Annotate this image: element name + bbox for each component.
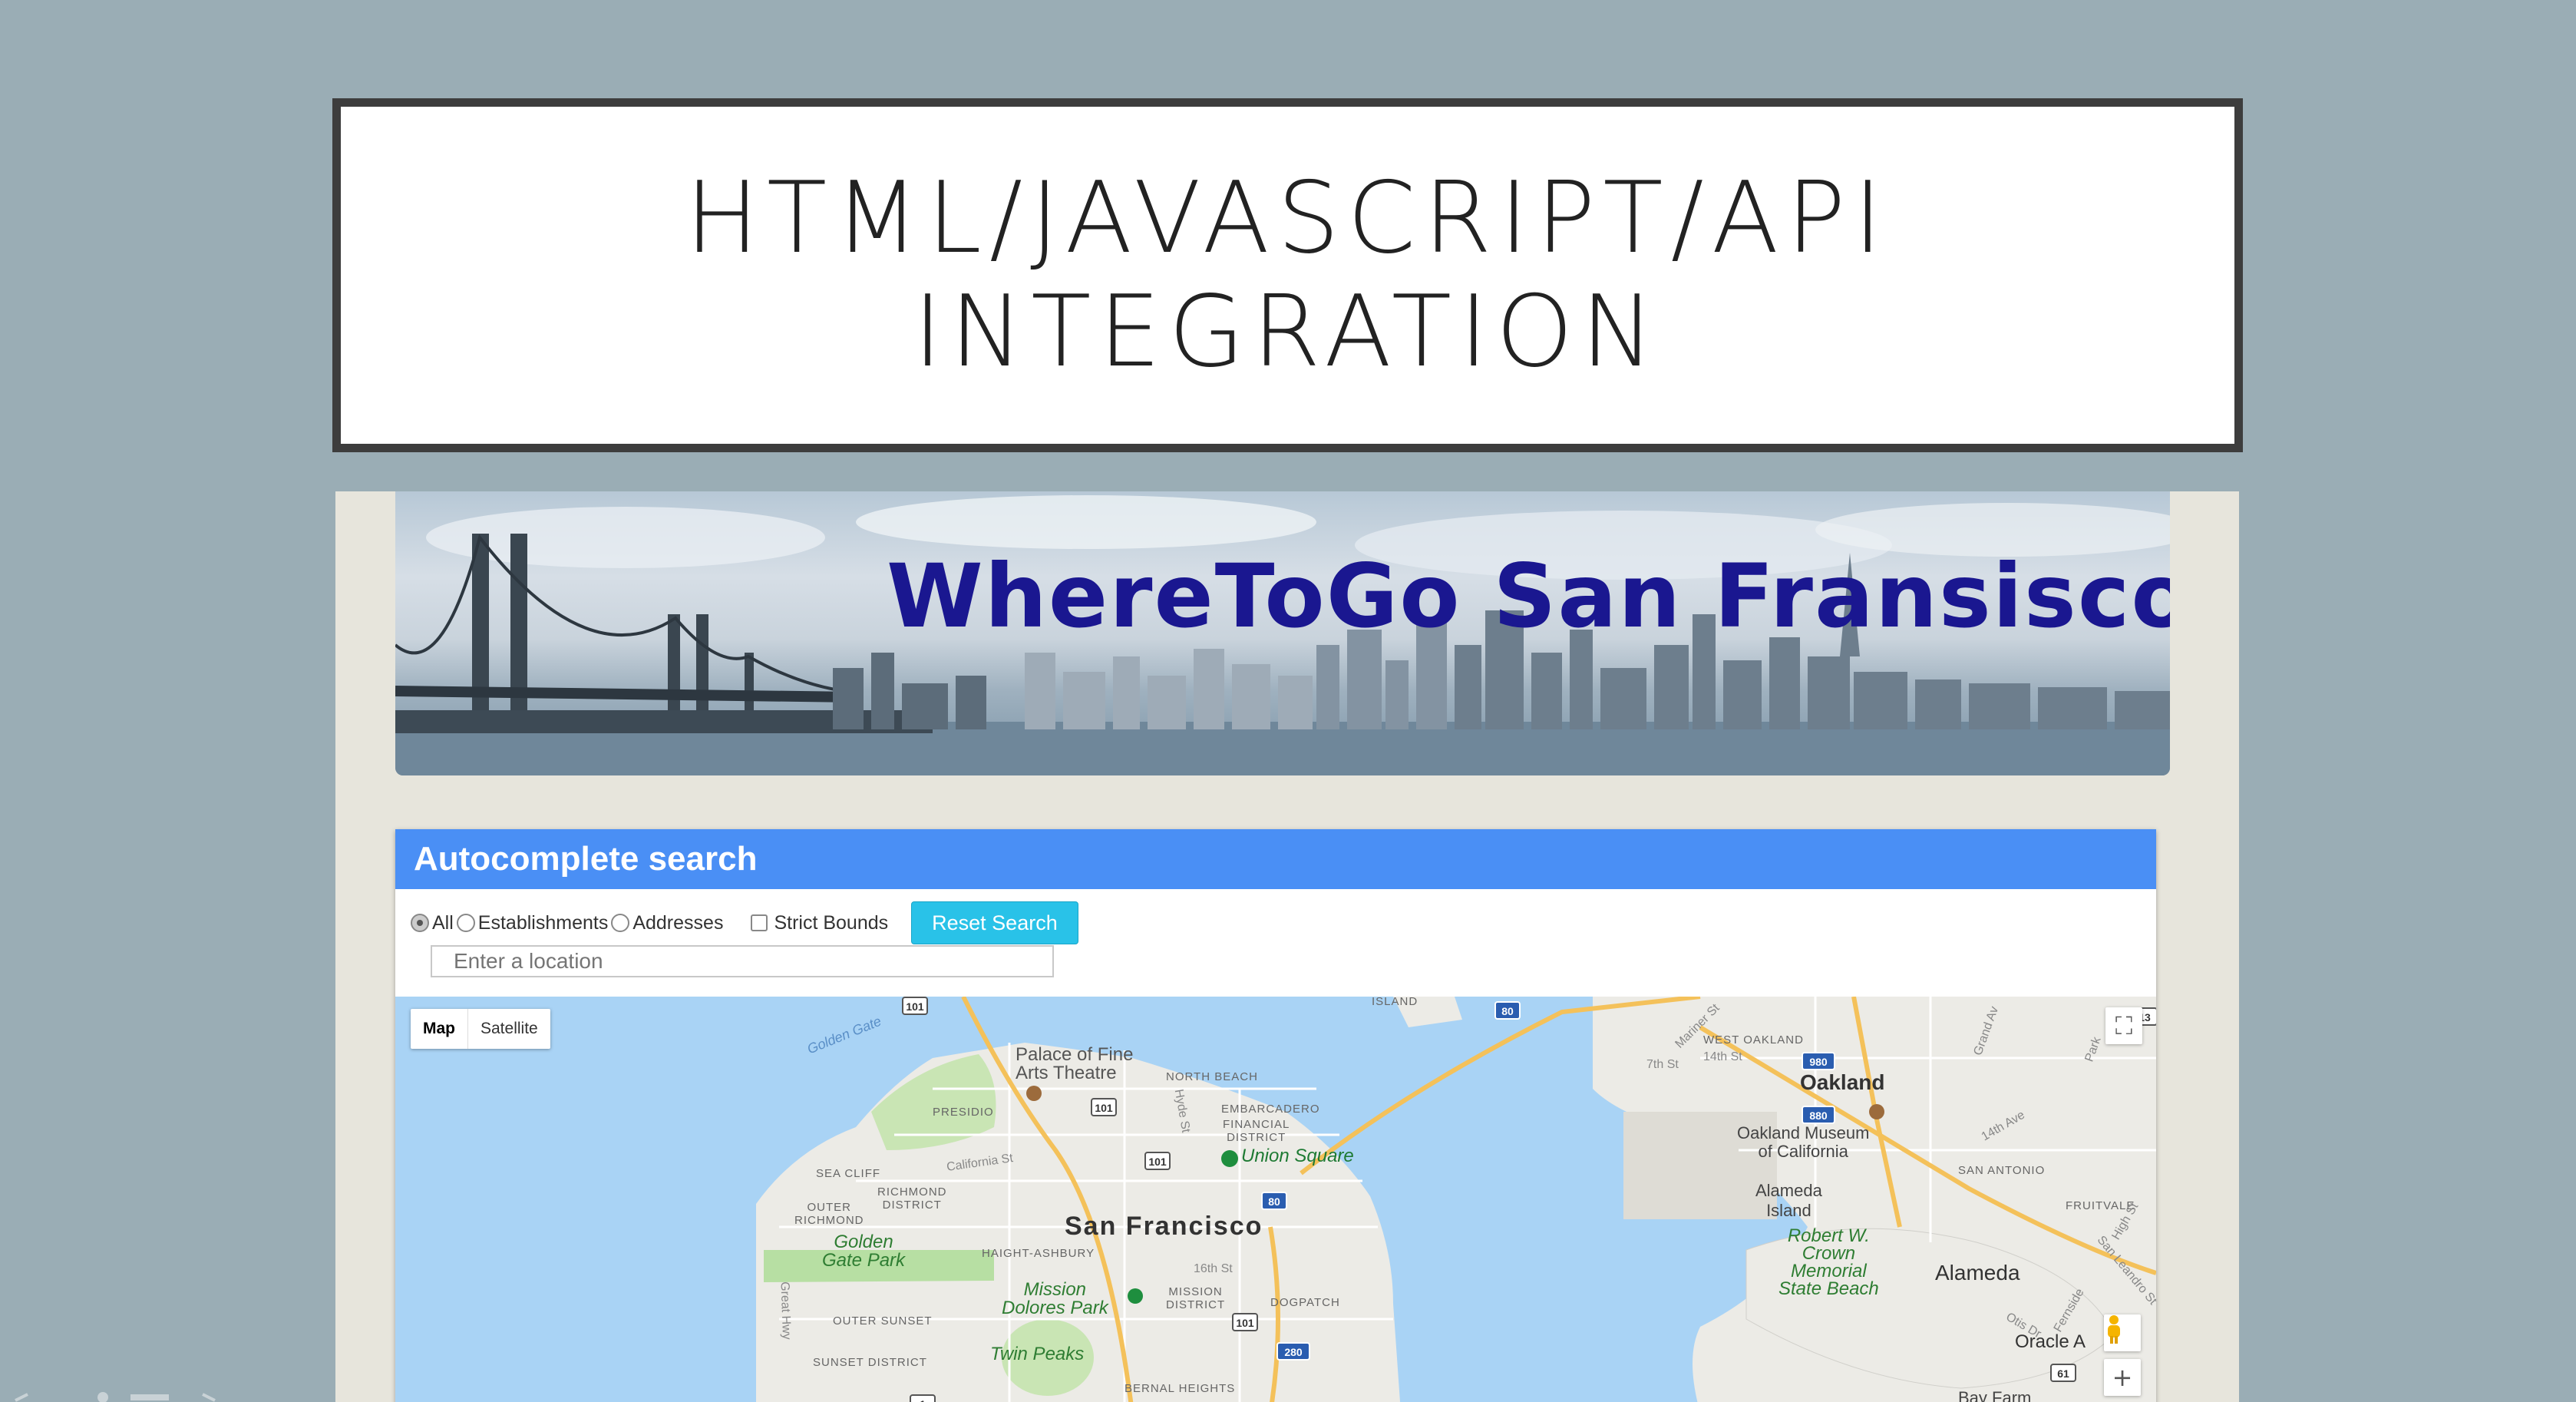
map-label-presidio: PRESIDIO [933,1106,994,1119]
map-label-palace-of-fine-arts: Palace of Fine Arts Theatre [1016,1044,1134,1083]
map-view[interactable]: San Francisco Oakland Alameda Alameda Is… [395,997,2156,1402]
us101-shield: 101 [1091,1098,1117,1116]
radio-all-option[interactable]: All [411,912,454,934]
route61-shield: 61 [2050,1364,2076,1382]
us101-shield: 101 [1144,1152,1171,1170]
i280-shield: 280 [1276,1342,1310,1361]
radio-addresses-option[interactable]: Addresses [611,912,723,934]
map-label-mission-dolores-park: Mission Dolores Park [1002,1279,1108,1318]
app-screenshot-panel: WhereToGo San Fransisco Autocomplete sea… [335,491,2239,1402]
map-label-outer-sunset: OUTER SUNSET [833,1314,933,1328]
map-label-haight-ashbury: HAIGHT-ASHBURY [982,1247,1095,1260]
plus-icon: + [2112,1363,2133,1392]
slide-title-line-1: HTML/JAVASCRIPT/API [685,160,1891,276]
map-label-great-hwy: Great Hwy [778,1281,794,1341]
map-label-outer-richmond: OUTER RICHMOND [794,1201,864,1227]
map-label-embarcadero: EMBARCADERO [1221,1103,1320,1116]
banner-title: WhereToGo San Fransisco [887,545,2170,647]
us101-shield: 101 [1232,1313,1258,1331]
reset-search-button[interactable]: Reset Search [911,901,1078,944]
map-label-oakland: Oakland [1800,1070,1885,1094]
strict-bounds-label: Strict Bounds [774,911,889,934]
map-type-map-button[interactable]: Map [411,1009,468,1049]
i80-shield: 80 [1261,1192,1287,1210]
radio-establishments[interactable] [456,914,475,932]
radio-establishments-option[interactable]: Establishments [456,911,609,934]
map-label-oakland-museum: Oakland Museum of California [1737,1123,1870,1161]
card-header: Autocomplete search [395,829,2156,889]
union-square-pin-icon[interactable] [1221,1150,1238,1167]
map-label-alameda: Alameda [1935,1261,2020,1285]
location-input[interactable] [431,945,1054,977]
search-options: All Establishments Addresses Strict Boun… [411,901,1078,944]
slide-title-line-2: INTEGRATION [913,274,1663,389]
map-label-16th-st: 16th St [1194,1262,1233,1275]
radio-establishments-label: Establishments [477,911,609,934]
next-arrow-icon [202,1393,216,1402]
street-view-pegman-button[interactable] [2104,1314,2141,1351]
menu-icon [130,1394,169,1400]
fullscreen-button[interactable]: ⛶ [2105,1007,2142,1044]
map-label-financial-district: FINANCIAL DISTRICT [1223,1118,1290,1144]
banner: WhereToGo San Fransisco [395,491,2170,775]
zoom-in-button[interactable]: + [2104,1359,2141,1396]
map-label-north-beach: NORTH BEACH [1166,1070,1258,1083]
map-label-14th-st: 14th St [1703,1050,1742,1063]
fullscreen-icon: ⛶ [2115,1010,2133,1040]
map-label-golden-gate-park: Golden Gate Park [822,1232,906,1271]
map-label-richmond-district: RICHMOND DISTRICT [877,1185,947,1212]
pointer-icon [97,1392,108,1402]
radio-all[interactable] [411,914,429,932]
radio-addresses[interactable] [611,914,630,932]
i980-shield: 980 [1802,1052,1835,1070]
radio-addresses-label: Addresses [632,911,724,934]
map-label-bay-farm: Bay Farm [1958,1388,2032,1402]
dolores-park-pin-icon[interactable] [1128,1288,1143,1304]
map-type-satellite-button[interactable]: Satellite [468,1009,550,1049]
slide-title-box: HTML/JAVASCRIPT/API INTEGRATION [332,98,2243,452]
museum-pin-icon[interactable] [1869,1104,1884,1119]
slideshow-controls[interactable] [0,1388,230,1402]
strict-bounds-option[interactable]: Strict Bounds [723,912,888,934]
map-label-dogpatch: DOGPATCH [1270,1296,1340,1309]
map-label-mission-district: MISSION DISTRICT [1166,1285,1226,1311]
map-label-west-oakland: WEST OAKLAND [1703,1033,1804,1047]
pegman-icon [2108,1315,2120,1344]
map-label-san-antonio: SAN ANTONIO [1958,1164,2046,1177]
strict-bounds-checkbox[interactable] [751,914,768,931]
map-label-union-square: Union Square [1241,1146,1354,1166]
map-label-sunset-district: SUNSET DISTRICT [813,1356,927,1369]
prev-arrow-icon [15,1393,28,1402]
radio-all-label: All [432,911,454,934]
map-label-twin-peaks: Twin Peaks [990,1344,1085,1364]
map-label-sea-cliff: SEA CLIFF [816,1167,881,1180]
map-label-7th-st: 7th St [1646,1058,1679,1071]
map-label-crown-beach: Robert W. Crown Memorial State Beach [1778,1225,1879,1299]
map-label-bernal-heights: BERNAL HEIGHTS [1125,1382,1236,1395]
us101-shield: 101 [902,997,928,1015]
map-type-control: Map Satellite [411,1009,550,1049]
route1-shield: 1 [910,1394,936,1402]
autocomplete-card: Autocomplete search All Establishments A… [395,829,2156,1402]
i880-shield: 880 [1802,1106,1835,1124]
map-label-alameda-island: Alameda Island [1755,1181,1822,1220]
map-label-san-francisco: San Francisco [1065,1212,1263,1241]
palace-pin-icon[interactable] [1026,1086,1042,1101]
map-label-island: ISLAND [1372,997,1418,1008]
i80-shield: 80 [1494,1001,1521,1020]
